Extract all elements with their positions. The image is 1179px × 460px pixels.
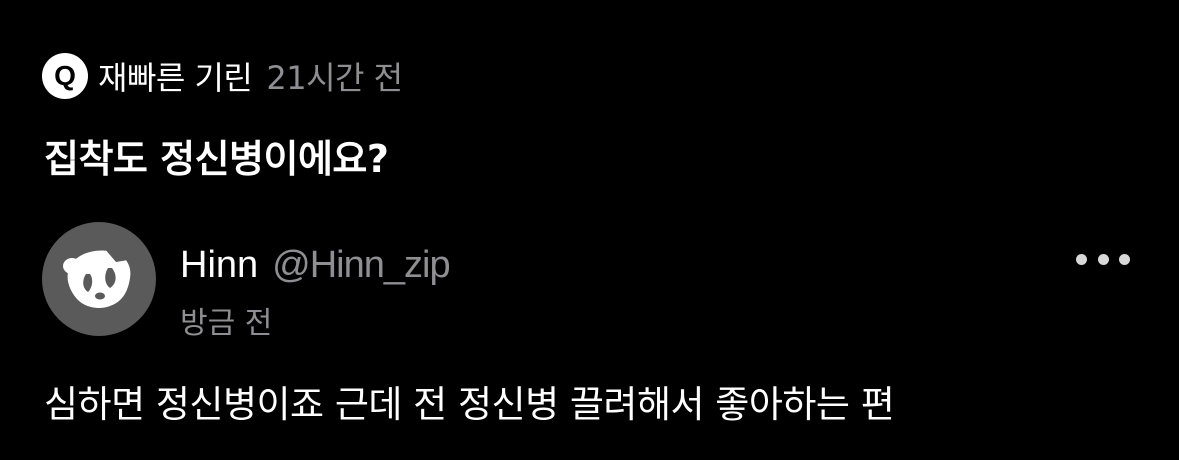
reply-author-name[interactable]: Hinn [180, 244, 258, 287]
avatar[interactable] [42, 222, 156, 336]
reply-text: 심하면 정신병이죠 근데 전 정신병 끌려해서 좋아하는 편 [44, 383, 895, 426]
panda-icon [63, 242, 131, 308]
question-header: Q 재빠른 기린 21시간 전 [42, 52, 403, 100]
more-horizontal-icon [1119, 253, 1130, 265]
more-horizontal-icon [1097, 253, 1109, 265]
more-options-button[interactable] [1076, 244, 1130, 274]
asker-name: 재빠른 기린 [98, 59, 253, 97]
question-badge-icon: Q [42, 53, 88, 99]
reply-time: 방금 전 [180, 306, 273, 341]
reply-author-handle[interactable]: @Hinn_zip [272, 244, 450, 287]
question-text: 집착도 정신병이에요? [44, 137, 389, 181]
reply-header: Hinn @Hinn_zip 방금 전 [180, 244, 451, 342]
question-badge-letter: Q [54, 60, 76, 91]
more-horizontal-icon [1076, 253, 1087, 265]
reply-name-row: Hinn @Hinn_zip [180, 244, 451, 294]
asked-time: 21시간 전 [266, 59, 403, 97]
